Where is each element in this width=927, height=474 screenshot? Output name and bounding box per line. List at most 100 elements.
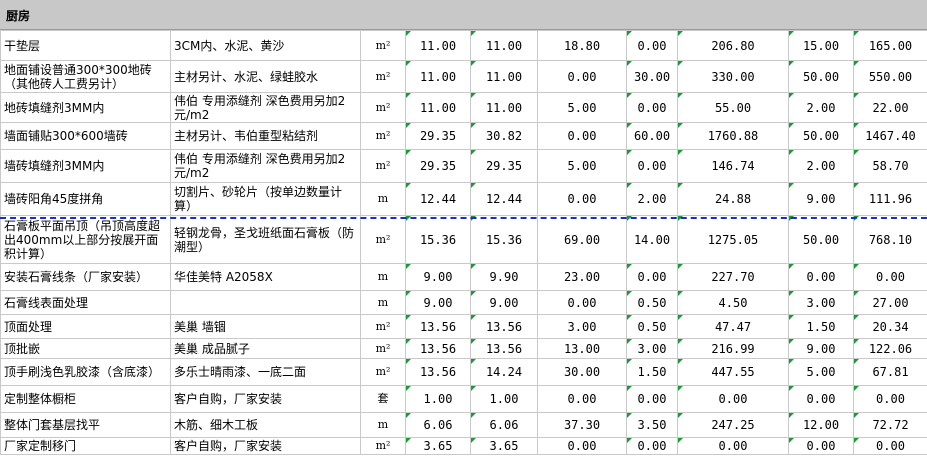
value-cell-v5[interactable]: 247.25 <box>677 412 789 438</box>
value-cell-v4[interactable]: 2.00 <box>626 182 678 216</box>
unit-cell[interactable]: m² <box>360 314 406 339</box>
value-cell-v1[interactable]: 6.06 <box>405 412 471 438</box>
item-name-cell[interactable]: 墙砖阳角45度拼角 <box>0 182 171 216</box>
value-cell-v4[interactable]: 30.00 <box>626 60 678 93</box>
value-cell-v5[interactable]: 146.74 <box>677 149 789 183</box>
value-cell-v5[interactable]: 0.00 <box>677 385 789 413</box>
value-cell-v7[interactable]: 72.72 <box>853 412 927 438</box>
value-cell-v5[interactable]: 216.99 <box>677 338 789 359</box>
value-cell-v2[interactable]: 11.00 <box>470 60 538 93</box>
unit-cell[interactable]: m² <box>360 122 406 150</box>
unit-cell[interactable]: m² <box>360 437 406 455</box>
value-cell-v1[interactable]: 13.56 <box>405 338 471 359</box>
value-cell-v6[interactable]: 9.00 <box>788 182 854 216</box>
value-cell-v6[interactable]: 2.00 <box>788 149 854 183</box>
value-cell-v4[interactable]: 0.00 <box>626 92 678 123</box>
value-cell-v2[interactable]: 6.06 <box>470 412 538 438</box>
item-name-cell[interactable]: 墙面铺贴300*600墙砖 <box>0 122 171 150</box>
value-cell-v3[interactable]: 23.00 <box>537 263 627 291</box>
value-cell-v6[interactable]: 0.00 <box>788 437 854 455</box>
material-cell[interactable]: 美巢 成品腻子 <box>170 338 361 359</box>
value-cell-v1[interactable]: 11.00 <box>405 60 471 93</box>
material-cell[interactable]: 伟伯 专用添缝剂 深色费用另加2元/m2 <box>170 92 361 123</box>
material-cell[interactable]: 切割片、砂轮片（按单边数量计算） <box>170 182 361 216</box>
item-name-cell[interactable]: 干垫层 <box>0 30 171 61</box>
value-cell-v7[interactable]: 0.00 <box>853 263 927 291</box>
value-cell-v3[interactable]: 3.00 <box>537 314 627 339</box>
value-cell-v2[interactable]: 15.36 <box>470 215 538 264</box>
material-cell[interactable]: 客户自购，厂家安装 <box>170 437 361 455</box>
value-cell-v7[interactable]: 58.70 <box>853 149 927 183</box>
value-cell-v3[interactable]: 18.80 <box>537 30 627 61</box>
value-cell-v7[interactable]: 165.00 <box>853 30 927 61</box>
unit-cell[interactable]: m² <box>360 338 406 359</box>
item-name-cell[interactable]: 顶面处理 <box>0 314 171 339</box>
value-cell-v4[interactable]: 3.00 <box>626 338 678 359</box>
value-cell-v4[interactable]: 60.00 <box>626 122 678 150</box>
value-cell-v1[interactable]: 11.00 <box>405 30 471 61</box>
value-cell-v1[interactable]: 13.56 <box>405 358 471 386</box>
unit-cell[interactable]: m² <box>360 358 406 386</box>
value-cell-v1[interactable]: 13.56 <box>405 314 471 339</box>
material-cell[interactable]: 华佳美特 A2058X <box>170 263 361 291</box>
item-name-cell[interactable]: 石膏线表面处理 <box>0 290 171 315</box>
unit-cell[interactable]: m <box>360 412 406 438</box>
value-cell-v6[interactable]: 0.00 <box>788 263 854 291</box>
value-cell-v1[interactable]: 15.36 <box>405 215 471 264</box>
value-cell-v3[interactable]: 30.00 <box>537 358 627 386</box>
value-cell-v3[interactable]: 0.00 <box>537 122 627 150</box>
value-cell-v1[interactable]: 3.65 <box>405 437 471 455</box>
value-cell-v4[interactable]: 14.00 <box>626 215 678 264</box>
value-cell-v3[interactable]: 5.00 <box>537 92 627 123</box>
value-cell-v6[interactable]: 9.00 <box>788 338 854 359</box>
value-cell-v3[interactable]: 5.00 <box>537 149 627 183</box>
value-cell-v7[interactable]: 0.00 <box>853 437 927 455</box>
value-cell-v2[interactable]: 12.44 <box>470 182 538 216</box>
unit-cell[interactable]: m² <box>360 30 406 61</box>
material-cell[interactable]: 伟伯 专用添缝剂 深色费用另加2元/m2 <box>170 149 361 183</box>
value-cell-v4[interactable]: 0.00 <box>626 263 678 291</box>
value-cell-v2[interactable]: 3.65 <box>470 437 538 455</box>
item-name-cell[interactable]: 安装石膏线条（厂家安装） <box>0 263 171 291</box>
value-cell-v7[interactable]: 27.00 <box>853 290 927 315</box>
item-name-cell[interactable]: 地砖填缝剂3MM内 <box>0 92 171 123</box>
value-cell-v4[interactable]: 0.00 <box>626 437 678 455</box>
value-cell-v5[interactable]: 55.00 <box>677 92 789 123</box>
value-cell-v7[interactable]: 768.10 <box>853 215 927 264</box>
item-name-cell[interactable]: 石膏板平面吊顶（吊顶高度超出400mm以上部分按展开面积计算） <box>0 215 171 264</box>
value-cell-v4[interactable]: 0.00 <box>626 30 678 61</box>
unit-cell[interactable]: m <box>360 263 406 291</box>
unit-cell[interactable]: m² <box>360 149 406 183</box>
material-cell[interactable]: 3CM内、水泥、黄沙 <box>170 30 361 61</box>
value-cell-v5[interactable]: 24.88 <box>677 182 789 216</box>
value-cell-v2[interactable]: 1.00 <box>470 385 538 413</box>
value-cell-v3[interactable]: 0.00 <box>537 437 627 455</box>
item-name-cell[interactable]: 整体门套基层找平 <box>0 412 171 438</box>
value-cell-v3[interactable]: 0.00 <box>537 385 627 413</box>
material-cell[interactable]: 美巢 墙锢 <box>170 314 361 339</box>
value-cell-v6[interactable]: 1.50 <box>788 314 854 339</box>
value-cell-v2[interactable]: 13.56 <box>470 314 538 339</box>
value-cell-v3[interactable]: 0.00 <box>537 182 627 216</box>
value-cell-v5[interactable]: 1275.05 <box>677 215 789 264</box>
material-cell[interactable] <box>170 290 361 315</box>
value-cell-v3[interactable]: 0.00 <box>537 290 627 315</box>
value-cell-v2[interactable]: 13.56 <box>470 338 538 359</box>
value-cell-v7[interactable]: 0.00 <box>853 385 927 413</box>
value-cell-v2[interactable]: 29.35 <box>470 149 538 183</box>
unit-cell[interactable]: m² <box>360 92 406 123</box>
value-cell-v5[interactable]: 0.00 <box>677 437 789 455</box>
value-cell-v2[interactable]: 14.24 <box>470 358 538 386</box>
material-cell[interactable]: 木筋、细木工板 <box>170 412 361 438</box>
value-cell-v5[interactable]: 47.47 <box>677 314 789 339</box>
value-cell-v1[interactable]: 29.35 <box>405 122 471 150</box>
value-cell-v6[interactable]: 3.00 <box>788 290 854 315</box>
value-cell-v6[interactable]: 0.00 <box>788 385 854 413</box>
value-cell-v6[interactable]: 15.00 <box>788 30 854 61</box>
value-cell-v5[interactable]: 227.70 <box>677 263 789 291</box>
value-cell-v4[interactable]: 0.50 <box>626 290 678 315</box>
value-cell-v6[interactable]: 2.00 <box>788 92 854 123</box>
value-cell-v4[interactable]: 0.50 <box>626 314 678 339</box>
unit-cell[interactable]: m² <box>360 60 406 93</box>
value-cell-v4[interactable]: 0.00 <box>626 149 678 183</box>
